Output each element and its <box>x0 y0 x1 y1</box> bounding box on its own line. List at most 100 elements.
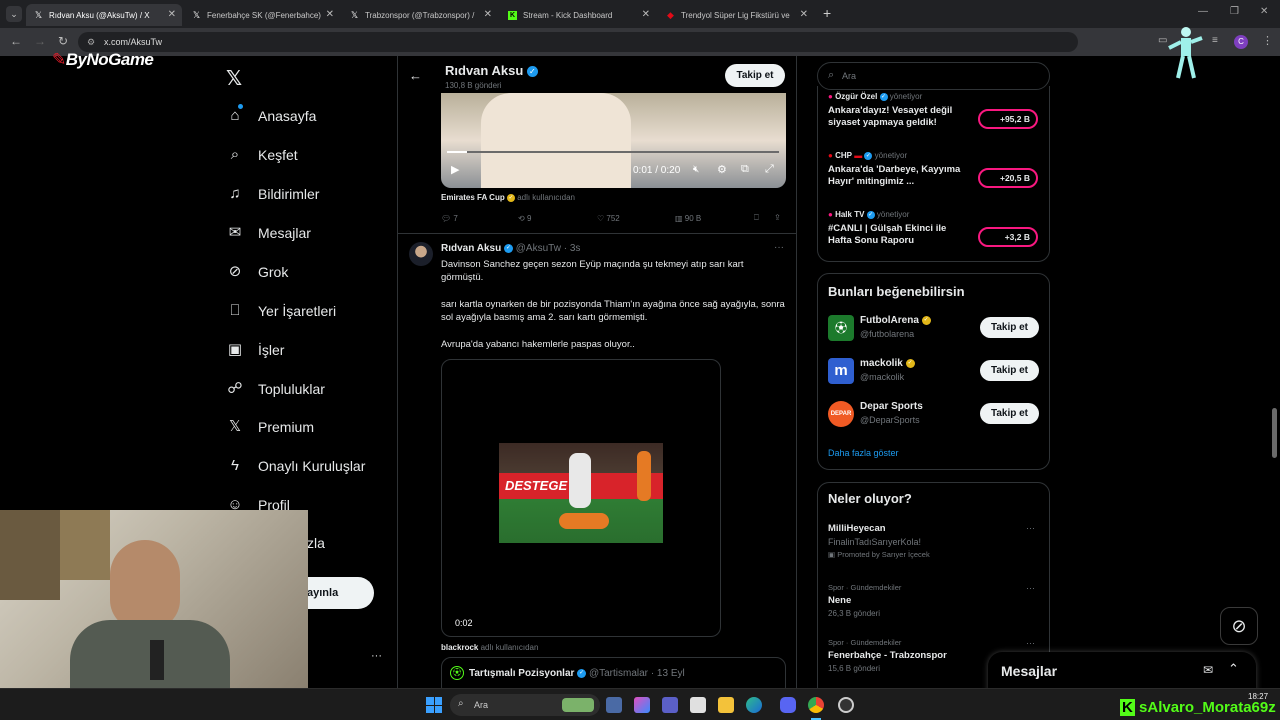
host-avatar: ● <box>828 151 833 160</box>
nav-item-verified-orgs[interactable]: ϟ Onaylı Kuruluşlar <box>226 457 365 475</box>
host-name: Özgür Özel <box>835 92 878 101</box>
browser-menu-icon[interactable]: ⋮ <box>1262 34 1273 47</box>
nav-item-explore[interactable]: ⌕ Keşfet <box>226 146 298 164</box>
author-name[interactable]: Rıdvan Aksu <box>441 243 501 254</box>
play-icon[interactable]: ▶ <box>451 163 459 176</box>
discord-icon[interactable] <box>780 697 796 713</box>
nav-item-jobs[interactable]: ▣ İşler <box>226 341 285 359</box>
site-info-icon[interactable]: ⚙ <box>87 32 95 52</box>
chrome-icon[interactable] <box>808 697 824 713</box>
trend-item-1[interactable]: MilliHeyecan FinalinTadıSarıyerKola! ▣ P… <box>828 523 1040 567</box>
clock[interactable]: 18:27 <box>1248 692 1268 701</box>
source-name[interactable]: Emirates FA Cup <box>441 193 505 202</box>
source-name[interactable]: blackrock <box>441 643 478 652</box>
follow-button[interactable]: Takip et <box>725 64 785 87</box>
nav-item-home[interactable]: ⌂ Anasayfa <box>226 107 316 125</box>
close-tab-icon[interactable]: ✕ <box>484 9 492 20</box>
profile-avatar-icon[interactable]: C <box>1234 35 1248 49</box>
nav-item-notifications[interactable]: ♫ Bildirimler <box>226 185 319 203</box>
back-icon[interactable]: ← <box>10 34 22 48</box>
repost-action[interactable]: ⟲ 9 <box>518 214 531 223</box>
follow-button[interactable]: Takip et <box>980 403 1039 424</box>
nav-item-messages[interactable]: ✉ Mesajlar <box>226 224 311 242</box>
edge-icon[interactable] <box>746 697 762 713</box>
tab-search-button[interactable]: ⌄ <box>6 6 22 22</box>
account-more-icon[interactable]: ··· <box>371 650 382 662</box>
forward-icon[interactable]: → <box>34 34 46 48</box>
close-window-icon[interactable]: ✕ <box>1260 6 1268 17</box>
suggestion-item-2[interactable]: m mackolik ✓ @mackolik Takip et <box>828 357 1040 387</box>
video-progress-bar[interactable] <box>447 151 779 153</box>
trend-more-icon[interactable]: ··· <box>1026 583 1035 593</box>
store-icon[interactable] <box>690 697 706 713</box>
nav-item-communities[interactable]: ☍ Topluluklar <box>226 380 325 398</box>
close-tab-icon[interactable]: ✕ <box>168 9 176 20</box>
tab-3[interactable]: 𝕏 Trabzonspor (@Trabzonspor) / ✕ <box>342 4 498 26</box>
live-host: ● Halk TV ✓ yönetiyor <box>828 210 1043 219</box>
suggestion-item-3[interactable]: DEPAR Depar Sports @DeparSports Takip et <box>828 400 1040 430</box>
trend-more-icon[interactable]: ··· <box>1026 523 1035 533</box>
nav-item-more[interactable]: zla <box>307 535 325 551</box>
show-more-link[interactable]: Daha fazla göster <box>828 448 899 458</box>
x-logo-icon[interactable]: 𝕏 <box>226 66 242 91</box>
like-action[interactable]: ♡ 752 <box>597 214 620 223</box>
new-message-icon[interactable]: ✉ <box>1203 663 1213 677</box>
author-handle[interactable]: @AksuTw <box>516 243 561 254</box>
quote-handle: @Tartismalar <box>588 668 649 679</box>
teams-icon[interactable] <box>662 697 678 713</box>
close-tab-icon[interactable]: ✕ <box>800 9 808 20</box>
task-view-icon[interactable] <box>606 697 622 713</box>
live-count-pill[interactable]: +20,5 B <box>978 168 1038 188</box>
expand-drawer-icon[interactable]: ⌃ <box>1228 661 1239 677</box>
reply-action[interactable]: 💬︎ 7 <box>441 214 458 223</box>
post2-video[interactable]: DESTEGE 0:02 <box>441 359 721 637</box>
live-item-3[interactable]: ● Halk TV ✓ yönetiyor #CANLI | Gülşah Ek… <box>828 210 1043 258</box>
mute-icon[interactable]: 🔇︎ <box>693 164 699 175</box>
share-icon[interactable]: ⇪ <box>774 213 781 222</box>
trend-item-2[interactable]: Spor · Gündemdekiler Nene 26,3 B gönderi… <box>828 583 1040 623</box>
bookmark-icon[interactable]: ⎕ <box>754 213 759 223</box>
fullscreen-icon[interactable]: ⤢ <box>765 163 774 176</box>
copilot-icon[interactable] <box>634 697 650 713</box>
tab-5[interactable]: ◆ Trendyol Süper Lig Fikstürü ve ✕ <box>658 4 814 26</box>
close-tab-icon[interactable]: ✕ <box>326 9 334 20</box>
post2-avatar[interactable] <box>409 242 433 266</box>
url-field[interactable]: ⚙ x.com/AksuTw <box>78 32 1078 52</box>
post1-video[interactable]: ▶ 0:01 / 0:20 🔇︎ ⚙ ⧉ ⤢ <box>441 93 786 188</box>
post-more-icon[interactable]: ··· <box>774 242 784 253</box>
suggestion-item-1[interactable]: ⚽︎ FutbolArena ✓ @futbolarena Takip et <box>828 314 1040 344</box>
tab-1[interactable]: 𝕏 Rıdvan Aksu (@AksuTw) / X ✕ <box>26 4 182 26</box>
messages-drawer[interactable]: Mesajlar ✉ ⌃ <box>988 652 1256 692</box>
minimize-window-icon[interactable]: — <box>1198 6 1208 17</box>
verified-gold-icon: ✓ <box>506 193 515 202</box>
start-windows-icon[interactable] <box>426 697 442 713</box>
live-item-2[interactable]: ● CHP ▬ ✓ yönetiyor Ankara'da 'Darbeye, … <box>828 151 1043 199</box>
views-action[interactable]: ▥ 90 B <box>675 214 701 223</box>
page-scrollbar[interactable] <box>1272 408 1277 458</box>
close-tab-icon[interactable]: ✕ <box>642 9 650 20</box>
back-arrow-icon[interactable]: ← <box>409 68 422 83</box>
pip-icon[interactable]: ⧉ <box>741 163 749 176</box>
reading-list-icon[interactable]: ≡ <box>1212 35 1218 46</box>
live-item-1[interactable]: ● Özgür Özel ✓ yönetiyor Ankara'dayız! V… <box>828 92 1043 140</box>
reload-icon[interactable]: ↻ <box>58 34 68 48</box>
taskbar-search[interactable]: ⌕ Ara <box>450 694 600 716</box>
follow-button[interactable]: Takip et <box>980 360 1039 381</box>
post-time[interactable]: · 3s <box>564 243 581 254</box>
settings-icon[interactable]: ⚙ <box>717 163 727 176</box>
follow-button[interactable]: Takip et <box>980 317 1039 338</box>
nav-item-grok[interactable]: ⊘ Grok <box>226 263 289 281</box>
nav-item-bookmarks[interactable]: ⎕ Yer İşaretleri <box>226 302 336 320</box>
kick-username: sAlvaro_Morata69z <box>1139 699 1276 716</box>
file-explorer-icon[interactable] <box>718 697 734 713</box>
tab-4[interactable]: K Stream - Kick Dashboard ✕ <box>500 4 656 26</box>
tab-2[interactable]: 𝕏 Fenerbahçe SK (@Fenerbahce) ✕ <box>184 4 340 26</box>
nav-item-premium[interactable]: 𝕏 Premium <box>226 418 314 436</box>
new-tab-button[interactable]: + <box>823 5 831 21</box>
live-count-pill[interactable]: +95,2 B <box>978 109 1038 129</box>
trend-more-icon[interactable]: ··· <box>1026 638 1035 648</box>
grok-float-button[interactable]: ⊘ <box>1220 607 1258 645</box>
obs-icon[interactable] <box>838 697 854 713</box>
restore-window-icon[interactable]: ❐ <box>1230 6 1239 17</box>
live-count-pill[interactable]: +3,2 B <box>978 227 1038 247</box>
